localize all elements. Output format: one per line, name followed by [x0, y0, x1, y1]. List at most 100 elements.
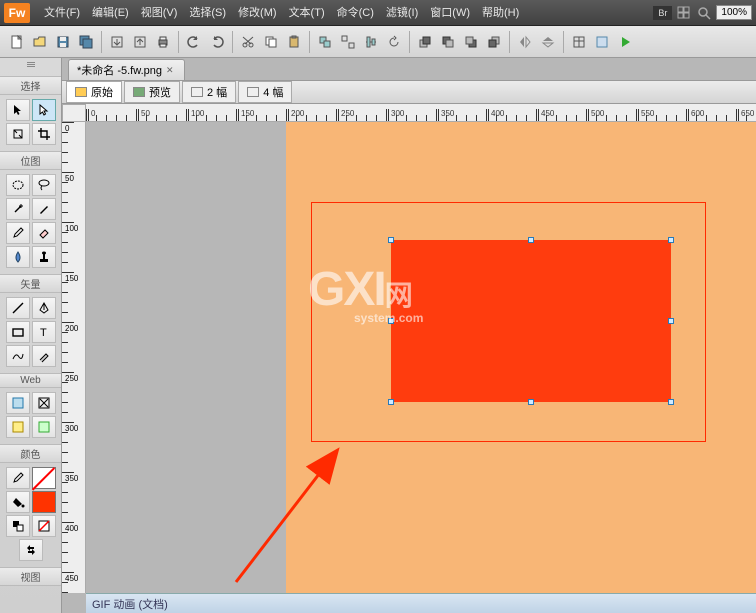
import-button[interactable] — [106, 31, 128, 53]
bring-forward-button[interactable] — [437, 31, 459, 53]
stroke-color-tool[interactable] — [6, 467, 30, 489]
view-tab-2up[interactable]: 2 幅 — [182, 81, 236, 103]
view-tab-preview[interactable]: 预览 — [124, 81, 180, 103]
export-button[interactable] — [129, 31, 151, 53]
new-button[interactable] — [6, 31, 28, 53]
undo-button[interactable] — [183, 31, 205, 53]
tools-panel: 选择 位图 矢量 T Web — [0, 58, 62, 613]
save-button[interactable] — [52, 31, 74, 53]
document-tab-title: *未命名 -5.fw.png — [77, 62, 162, 78]
redo-button[interactable] — [206, 31, 228, 53]
crop-tool[interactable] — [32, 123, 56, 145]
fill-swatch[interactable] — [32, 491, 56, 513]
pen-tool[interactable] — [32, 297, 56, 319]
tools-section-web: Web — [0, 373, 61, 388]
tools-section-vector: 矢量 — [0, 274, 61, 293]
workspace: 选择 位图 矢量 T Web — [0, 58, 756, 613]
view-tab-label: 2 幅 — [207, 84, 227, 100]
search-icon[interactable] — [696, 5, 712, 21]
open-button[interactable] — [29, 31, 51, 53]
blur-tool[interactable] — [6, 246, 30, 268]
ruler-corner[interactable] — [62, 104, 86, 122]
menu-help[interactable]: 帮助(H) — [476, 0, 525, 26]
slice-button[interactable] — [568, 31, 590, 53]
menu-window[interactable]: 窗口(W) — [424, 0, 476, 26]
tools-section-select: 选择 — [0, 76, 61, 95]
two-up-icon — [191, 87, 203, 97]
document-tabs: *未命名 -5.fw.png ✕ — [62, 58, 756, 80]
text-tool[interactable]: T — [32, 321, 56, 343]
menu-view[interactable]: 视图(V) — [135, 0, 184, 26]
image-icon — [133, 87, 145, 97]
view-tab-original[interactable]: 原始 — [66, 81, 122, 103]
ungroup-button[interactable] — [337, 31, 359, 53]
tools-section-bitmap: 位图 — [0, 151, 61, 170]
view-tab-label: 4 幅 — [263, 84, 283, 100]
play-button[interactable] — [614, 31, 636, 53]
freeform-tool[interactable] — [6, 345, 30, 367]
hotspot-button[interactable] — [591, 31, 613, 53]
brush-tool[interactable] — [32, 198, 56, 220]
paste-button[interactable] — [283, 31, 305, 53]
flip-v-button[interactable] — [537, 31, 559, 53]
knife-tool[interactable] — [32, 345, 56, 367]
view-tab-4up[interactable]: 4 幅 — [238, 81, 292, 103]
ruler-vertical[interactable]: 050100150200250300350400450 — [62, 122, 86, 593]
ruler-horizontal[interactable]: 050100150200250300350400450500550600650 — [86, 104, 756, 122]
zoom-level[interactable]: 100% — [716, 5, 752, 20]
menu-edit[interactable]: 编辑(E) — [86, 0, 135, 26]
no-color-tool[interactable] — [32, 515, 56, 537]
pencil-tool[interactable] — [6, 222, 30, 244]
line-tool[interactable] — [6, 297, 30, 319]
print-button[interactable] — [152, 31, 174, 53]
subselect-tool[interactable] — [32, 99, 56, 121]
menu-select[interactable]: 选择(S) — [183, 0, 232, 26]
pointer-tool[interactable] — [6, 99, 30, 121]
align-button[interactable] — [360, 31, 382, 53]
show-slice-tool[interactable] — [32, 416, 56, 438]
close-icon[interactable]: ✕ — [166, 65, 176, 75]
svg-text:T: T — [40, 327, 47, 339]
menu-file[interactable]: 文件(F) — [38, 0, 86, 26]
magic-wand-tool[interactable] — [6, 198, 30, 220]
default-colors-tool[interactable] — [6, 515, 30, 537]
main-toolbar — [0, 26, 756, 58]
app-logo: Fw — [4, 3, 30, 23]
canvas-viewport[interactable]: GXI网 system.com — [86, 122, 756, 593]
swap-colors-tool[interactable] — [19, 539, 43, 561]
send-back-button[interactable] — [483, 31, 505, 53]
selection-handles[interactable] — [391, 240, 671, 402]
tools-section-colors: 颜色 — [0, 444, 61, 463]
save-all-button[interactable] — [75, 31, 97, 53]
copy-button[interactable] — [260, 31, 282, 53]
arrange-icon[interactable] — [676, 5, 692, 21]
view-tab-label: 原始 — [91, 84, 113, 100]
menu-modify[interactable]: 修改(M) — [232, 0, 283, 26]
view-mode-tabs: 原始 预览 2 幅 4 幅 — [62, 80, 756, 104]
document-tab[interactable]: *未命名 -5.fw.png ✕ — [68, 59, 185, 80]
flip-h-button[interactable] — [514, 31, 536, 53]
menu-text[interactable]: 文本(T) — [283, 0, 331, 26]
marquee-tool[interactable] — [6, 174, 30, 196]
fill-color-tool[interactable] — [6, 491, 30, 513]
menu-commands[interactable]: 命令(C) — [331, 0, 380, 26]
document-area: *未命名 -5.fw.png ✕ 原始 预览 2 幅 4 幅 050100150… — [62, 58, 756, 613]
send-backward-button[interactable] — [460, 31, 482, 53]
group-button[interactable] — [314, 31, 336, 53]
slice-tool[interactable] — [32, 392, 56, 414]
bridge-icon[interactable]: Br — [653, 6, 672, 20]
menu-filters[interactable]: 滤镜(I) — [380, 0, 424, 26]
cut-button[interactable] — [237, 31, 259, 53]
bring-front-button[interactable] — [414, 31, 436, 53]
rotate-button[interactable] — [383, 31, 405, 53]
stroke-swatch[interactable] — [32, 467, 56, 489]
status-bar: GIF 动画 (文档) — [86, 593, 756, 613]
lasso-tool[interactable] — [32, 174, 56, 196]
panel-grip[interactable] — [27, 62, 35, 72]
hotspot-tool[interactable] — [6, 392, 30, 414]
stamp-tool[interactable] — [32, 246, 56, 268]
scale-tool[interactable] — [6, 123, 30, 145]
eraser-tool[interactable] — [32, 222, 56, 244]
rect-tool[interactable] — [6, 321, 30, 343]
hide-slice-tool[interactable] — [6, 416, 30, 438]
